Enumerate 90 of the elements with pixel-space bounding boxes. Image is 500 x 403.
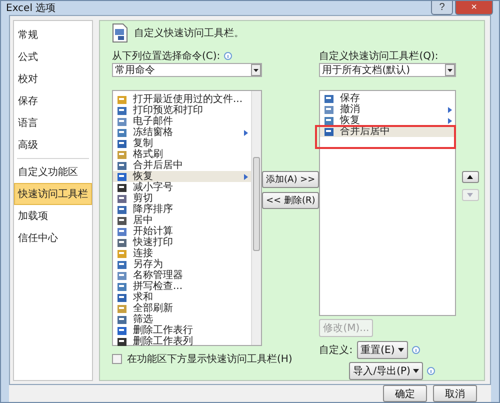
- command-item[interactable]: 合并后居中: [113, 160, 251, 171]
- scrollbar-thumb[interactable]: [253, 157, 260, 251]
- command-item[interactable]: 删除工作表行: [113, 325, 251, 336]
- info-icon: [427, 367, 436, 375]
- command-item[interactable]: 打开最近使用过的文件...: [113, 94, 251, 105]
- command-icon: [117, 94, 127, 104]
- command-icon: [117, 304, 127, 314]
- command-icon: [117, 238, 127, 248]
- command-icon: [117, 204, 127, 214]
- command-item[interactable]: 筛选: [113, 314, 251, 325]
- command-item[interactable]: 另存为: [113, 259, 251, 270]
- up-arrow-icon: [467, 175, 474, 179]
- toolbar-item[interactable]: 保存: [320, 93, 456, 104]
- checkbox[interactable]: [112, 354, 122, 364]
- sidebar-item[interactable]: 语言: [14, 112, 92, 134]
- command-item[interactable]: 恢复: [113, 171, 251, 182]
- info-icon: [224, 52, 232, 60]
- command-icon: [117, 216, 127, 226]
- command-icon: [117, 226, 127, 236]
- toolbar-item[interactable]: 恢复: [320, 115, 456, 126]
- sidebar-item[interactable]: 信任中心: [14, 227, 92, 249]
- command-item[interactable]: 格式刷: [113, 149, 251, 160]
- command-icon: [117, 160, 127, 170]
- sidebar-item[interactable]: 快速访问工具栏: [14, 183, 92, 205]
- command-icon: [117, 106, 127, 116]
- document-icon: [112, 23, 128, 43]
- command-item[interactable]: 快速打印: [113, 237, 251, 248]
- command-icon: [117, 116, 127, 126]
- command-icon: [117, 270, 127, 280]
- command-icon: [117, 260, 127, 270]
- command-item[interactable]: 名称管理器: [113, 270, 251, 281]
- command-icon: [324, 126, 334, 136]
- command-icon: [117, 292, 127, 302]
- command-item[interactable]: 降序排序: [113, 204, 251, 215]
- command-icon: [324, 104, 334, 114]
- add-button[interactable]: 添加(A) >>: [262, 171, 320, 188]
- section-title: 自定义快速访问工具栏。: [134, 26, 244, 40]
- sidebar-item[interactable]: 常规: [14, 24, 92, 46]
- command-item[interactable]: 连接: [113, 248, 251, 259]
- command-icon: [117, 314, 127, 324]
- window-title: Excel 选项: [6, 2, 56, 15]
- command-icon: [117, 248, 127, 258]
- command-item[interactable]: 减小字号: [113, 182, 251, 193]
- sidebar-item[interactable]: 自定义功能区: [14, 161, 92, 183]
- help-button[interactable]: ?: [431, 1, 453, 15]
- caret-icon: [398, 348, 404, 352]
- down-arrow-icon: [467, 193, 474, 197]
- toolbar-item[interactable]: 撤消: [320, 104, 456, 115]
- ok-button[interactable]: 确定: [383, 385, 427, 402]
- sidebar-item[interactable]: 校对: [14, 68, 92, 90]
- caret-icon: [413, 369, 420, 373]
- command-icon: [117, 182, 127, 192]
- command-item[interactable]: 剪切: [113, 193, 251, 204]
- command-source-dropdown[interactable]: 常用命令: [112, 63, 262, 77]
- scrollbar[interactable]: [251, 91, 261, 345]
- command-item[interactable]: 开始计算: [113, 226, 251, 237]
- command-icon: [117, 128, 127, 138]
- command-item[interactable]: 拼写检查...: [113, 281, 251, 292]
- command-item[interactable]: 居中: [113, 215, 251, 226]
- command-icon: [117, 194, 127, 204]
- toolbar-scope-dropdown[interactable]: 用于所有文档(默认): [319, 63, 456, 77]
- field-label: 从下列位置选择命令(C):: [112, 50, 220, 62]
- command-icon: [324, 94, 334, 104]
- command-item[interactable]: 全部刷新: [113, 303, 251, 314]
- command-item[interactable]: 冻结窗格: [113, 127, 251, 138]
- command-icon: [117, 326, 127, 336]
- command-icon: [324, 116, 334, 126]
- command-item[interactable]: 电子邮件: [113, 116, 251, 127]
- sidebar-item[interactable]: 高级: [14, 134, 92, 156]
- customize-label: 自定义:: [319, 344, 353, 357]
- command-icon: [117, 138, 127, 148]
- sidebar-item[interactable]: 加载项: [14, 205, 92, 227]
- reset-button[interactable]: 重置(E): [356, 341, 408, 359]
- sidebar-item[interactable]: 公式: [14, 46, 92, 68]
- checkbox-label: 在功能区下方显示快速访问工具栏(H): [127, 352, 292, 366]
- move-up-button[interactable]: [462, 171, 479, 183]
- command-item[interactable]: 求和: [113, 292, 251, 303]
- info-icon: [412, 346, 420, 354]
- sidebar-item[interactable]: 保存: [14, 90, 92, 112]
- command-item[interactable]: 复制: [113, 138, 251, 149]
- command-icon: [117, 150, 127, 160]
- close-button[interactable]: ×: [455, 1, 493, 15]
- remove-button[interactable]: << 删除(R): [262, 192, 320, 209]
- command-item[interactable]: 打印预览和打印: [113, 105, 251, 116]
- cancel-button[interactable]: 取消: [433, 385, 477, 402]
- field-label: 自定义快速访问工具栏(Q):: [319, 50, 440, 62]
- import-export-button[interactable]: 导入/导出(P): [349, 362, 424, 380]
- command-icon: [117, 172, 127, 182]
- command-item[interactable]: 删除工作表列: [113, 336, 251, 347]
- command-icon: [117, 282, 127, 292]
